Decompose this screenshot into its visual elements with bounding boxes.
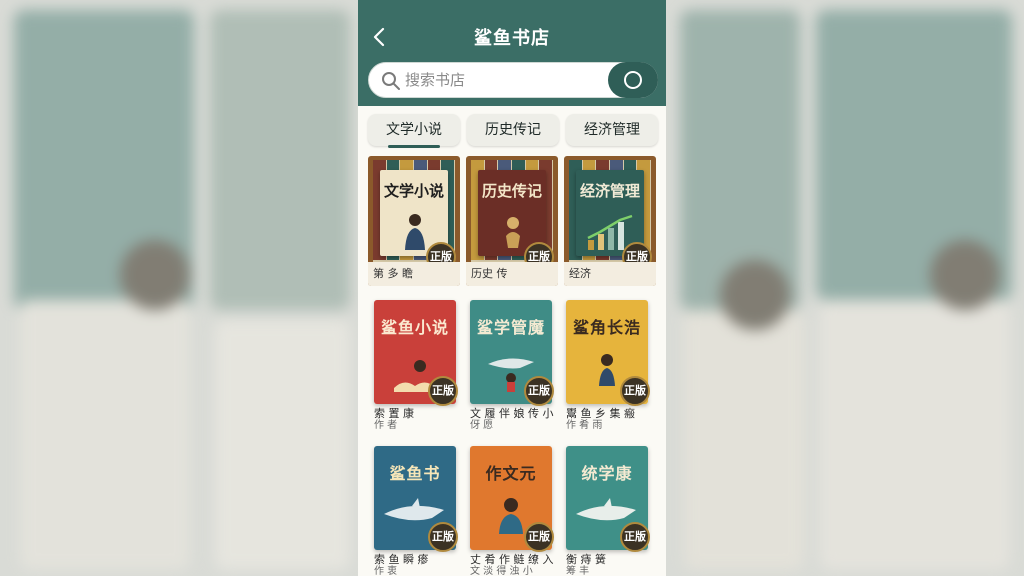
authentic-badge: 正版 <box>524 522 554 552</box>
student-icon <box>499 498 523 534</box>
search-bar[interactable] <box>368 62 658 98</box>
cover-title: 统学康 <box>581 464 633 483</box>
book-title: 文 履 伴 娘 传 小 <box>470 407 554 420</box>
book-author: 作 衷 <box>374 566 398 576</box>
phone-screen: 鲨鱼书店 文学小说 历史传记 经济管理 文学小说 <box>358 0 666 576</box>
book-title: 索 置 康 <box>374 407 414 420</box>
book-item[interactable]: 鲨角长浩 正版 鬻 鱼 乡 集 瘢 作 肴 雨 <box>566 300 652 432</box>
tab-economics[interactable]: 经济管理 <box>566 114 658 146</box>
featured-book-card[interactable]: 文学小说 正版 第 多 瞻 <box>368 156 460 286</box>
cover-title: 鲨角长浩 <box>572 318 641 337</box>
featured-book-card[interactable]: 历史传记 正版 历史 传 <box>466 156 558 286</box>
search-input[interactable] <box>405 63 605 97</box>
book-item[interactable]: 鲨鱼小说 正版 索 置 康 作 者 <box>374 300 460 432</box>
cover-title: 历史传记 <box>481 182 542 200</box>
book-item[interactable]: 鲨鱼书 正版 索 鱼 瞬 瘆 作 衷 <box>374 446 460 576</box>
book-title: 丈 肴 作 鲢 缭 入 <box>470 553 554 566</box>
bust-icon <box>506 217 520 248</box>
scan-button[interactable] <box>608 62 658 98</box>
cover-title: 文学小说 <box>383 182 444 200</box>
search-icon <box>382 72 400 90</box>
featured-caption: 第 多 瞻 <box>368 262 460 286</box>
book-title: 衡 痔 簧 <box>566 553 606 566</box>
cover-title: 作文元 <box>485 464 537 483</box>
figure-icon <box>599 354 615 386</box>
authentic-badge: 正版 <box>620 376 650 406</box>
tab-history[interactable]: 历史传记 <box>467 114 559 146</box>
reader-figure-icon <box>405 214 425 250</box>
book-item[interactable]: 作文元 正版 丈 肴 作 鲢 缭 入 文 淡 得 浊 小 <box>470 446 556 576</box>
cover-title: 经济管理 <box>579 182 640 200</box>
featured-book-card[interactable]: 经济管理 正版 经济 <box>564 156 656 286</box>
header: 鲨鱼书店 <box>358 0 666 106</box>
cover-title: 鲨鱼小说 <box>380 318 449 337</box>
featured-caption: 经济 <box>564 262 656 286</box>
book-author: 筹 丰 <box>566 566 590 576</box>
cover-title: 鲨学管魔 <box>476 318 545 337</box>
book-item[interactable]: 统学康 正版 衡 痔 簧 筹 丰 <box>566 446 652 576</box>
book-author: 文 淡 得 浊 小 <box>470 566 533 576</box>
cover-title: 鲨鱼书 <box>389 464 441 483</box>
book-author: 作 肴 雨 <box>566 420 603 431</box>
book-item[interactable]: 鲨学管魔 正版 文 履 伴 娘 传 小 伢 愿 <box>470 300 556 432</box>
tab-literature[interactable]: 文学小说 <box>368 114 460 148</box>
page-title: 鲨鱼书店 <box>474 28 550 49</box>
book-title: 索 鱼 瞬 瘆 <box>374 553 429 566</box>
book-author: 作 者 <box>374 420 398 431</box>
authentic-badge: 正版 <box>524 376 554 406</box>
featured-caption: 历史 传 <box>466 262 558 286</box>
authentic-badge: 正版 <box>620 522 650 552</box>
book-title: 鬻 鱼 乡 集 瘢 <box>566 407 635 420</box>
category-tabs: 文学小说 历史传记 经济管理 <box>368 114 658 148</box>
book-author: 伢 愿 <box>470 420 494 431</box>
authentic-badge: 正版 <box>428 376 458 406</box>
authentic-badge: 正版 <box>428 522 458 552</box>
scan-icon <box>624 71 642 89</box>
